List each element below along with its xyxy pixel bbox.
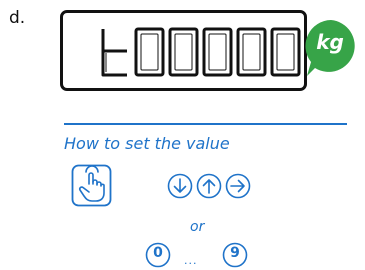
seven-segment-readout [101,27,301,77]
instruction-title: How to set the value [64,134,230,153]
section-divider [64,123,347,125]
step-letter: d. [9,8,26,28]
arrow-down-icon [167,173,193,199]
arrow-up-icon [196,173,222,199]
or-label: or [190,219,205,235]
key-range-ellipsis: ... [184,254,198,267]
hand-press-icon [71,164,112,207]
weight-display [60,10,307,91]
unit-label: kg [316,30,344,54]
key-9-label: 9 [230,245,240,261]
arrow-right-icon [225,173,251,199]
key-0-label: 0 [153,245,163,261]
